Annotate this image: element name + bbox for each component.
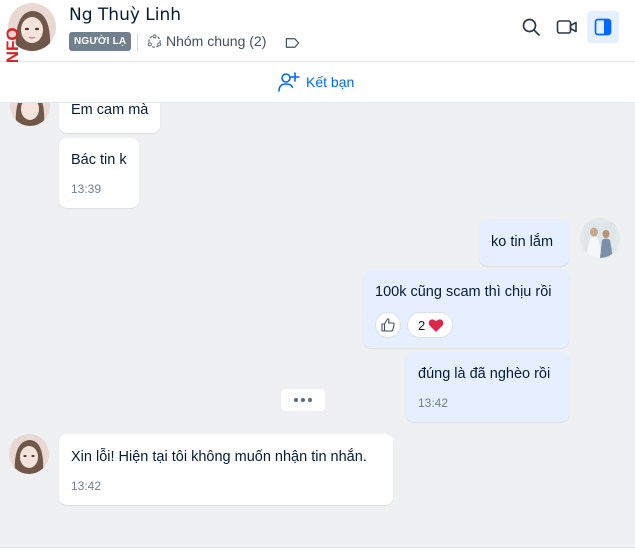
- outgoing-message[interactable]: đúng là đã nghèo rồi 13:42: [406, 352, 569, 422]
- outgoing-message[interactable]: 100k cũng scam thì chịu rồi: [363, 270, 569, 348]
- add-friend-bar: Kết bạn: [0, 62, 635, 103]
- toggle-info-panel-button[interactable]: [587, 11, 619, 43]
- dot: [308, 398, 312, 402]
- react-button[interactable]: [376, 313, 400, 337]
- incoming-message[interactable]: Bác tin k 13:39: [59, 138, 139, 208]
- outgoing-message[interactable]: ko tin lắm: [479, 219, 569, 266]
- add-friend-button[interactable]: Kết bạn: [278, 72, 354, 92]
- message-text: Bác tin k: [71, 152, 127, 168]
- message-text: 100k cũng scam thì chịu rồi: [375, 284, 552, 300]
- thumbs-up-icon: [381, 318, 395, 332]
- mutual-groups-link[interactable]: Nhóm chung (2): [166, 33, 266, 49]
- message-time: 13:39: [71, 182, 102, 196]
- message-text: đúng là đã nghèo rồi: [418, 366, 551, 382]
- video-call-button[interactable]: [553, 13, 581, 41]
- dot: [294, 398, 298, 402]
- incoming-message[interactable]: Em cam mà: [59, 103, 160, 133]
- composer-edge: [0, 547, 635, 555]
- group-icon: [147, 34, 162, 48]
- video-camera-icon: [556, 20, 577, 34]
- message-time: 13:42: [71, 479, 102, 493]
- chat-header: INFO Ng Thuỳ Linh NGƯỜI LẠ Nhóm chung (2…: [0, 0, 635, 68]
- stranger-badge: NGƯỜI LẠ: [69, 32, 132, 51]
- info-watermark: INFO: [3, 27, 22, 68]
- reaction-count: 2: [418, 317, 426, 333]
- search-icon: [522, 18, 540, 36]
- sidebar-panel-icon: [594, 18, 612, 36]
- dot: [301, 398, 305, 402]
- sender-avatar[interactable]: [10, 103, 50, 126]
- message-text: ko tin lắm: [491, 234, 554, 250]
- message-time: 13:42: [418, 396, 449, 410]
- add-friend-label: Kết bạn: [306, 74, 355, 90]
- sender-avatar[interactable]: [9, 434, 49, 474]
- message-text: Em cam mà: [71, 103, 149, 118]
- reaction-summary[interactable]: 2: [408, 313, 453, 337]
- add-user-icon: [278, 72, 300, 92]
- divider: [137, 33, 138, 51]
- my-avatar[interactable]: [580, 218, 620, 258]
- heart-icon: [428, 318, 444, 332]
- search-button[interactable]: [517, 13, 545, 41]
- more-options-button[interactable]: [281, 389, 325, 411]
- message-list[interactable]: Em cam mà Bác tin k 13:39 ko tin lắm 100…: [0, 103, 635, 547]
- contact-name[interactable]: Ng Thuỳ Linh: [69, 5, 181, 25]
- tag-icon[interactable]: [285, 37, 300, 49]
- message-text: Xin lỗi! Hiện tại tôi không muốn nhận ti…: [71, 449, 367, 465]
- incoming-message[interactable]: Xin lỗi! Hiện tại tôi không muốn nhận ti…: [59, 434, 393, 505]
